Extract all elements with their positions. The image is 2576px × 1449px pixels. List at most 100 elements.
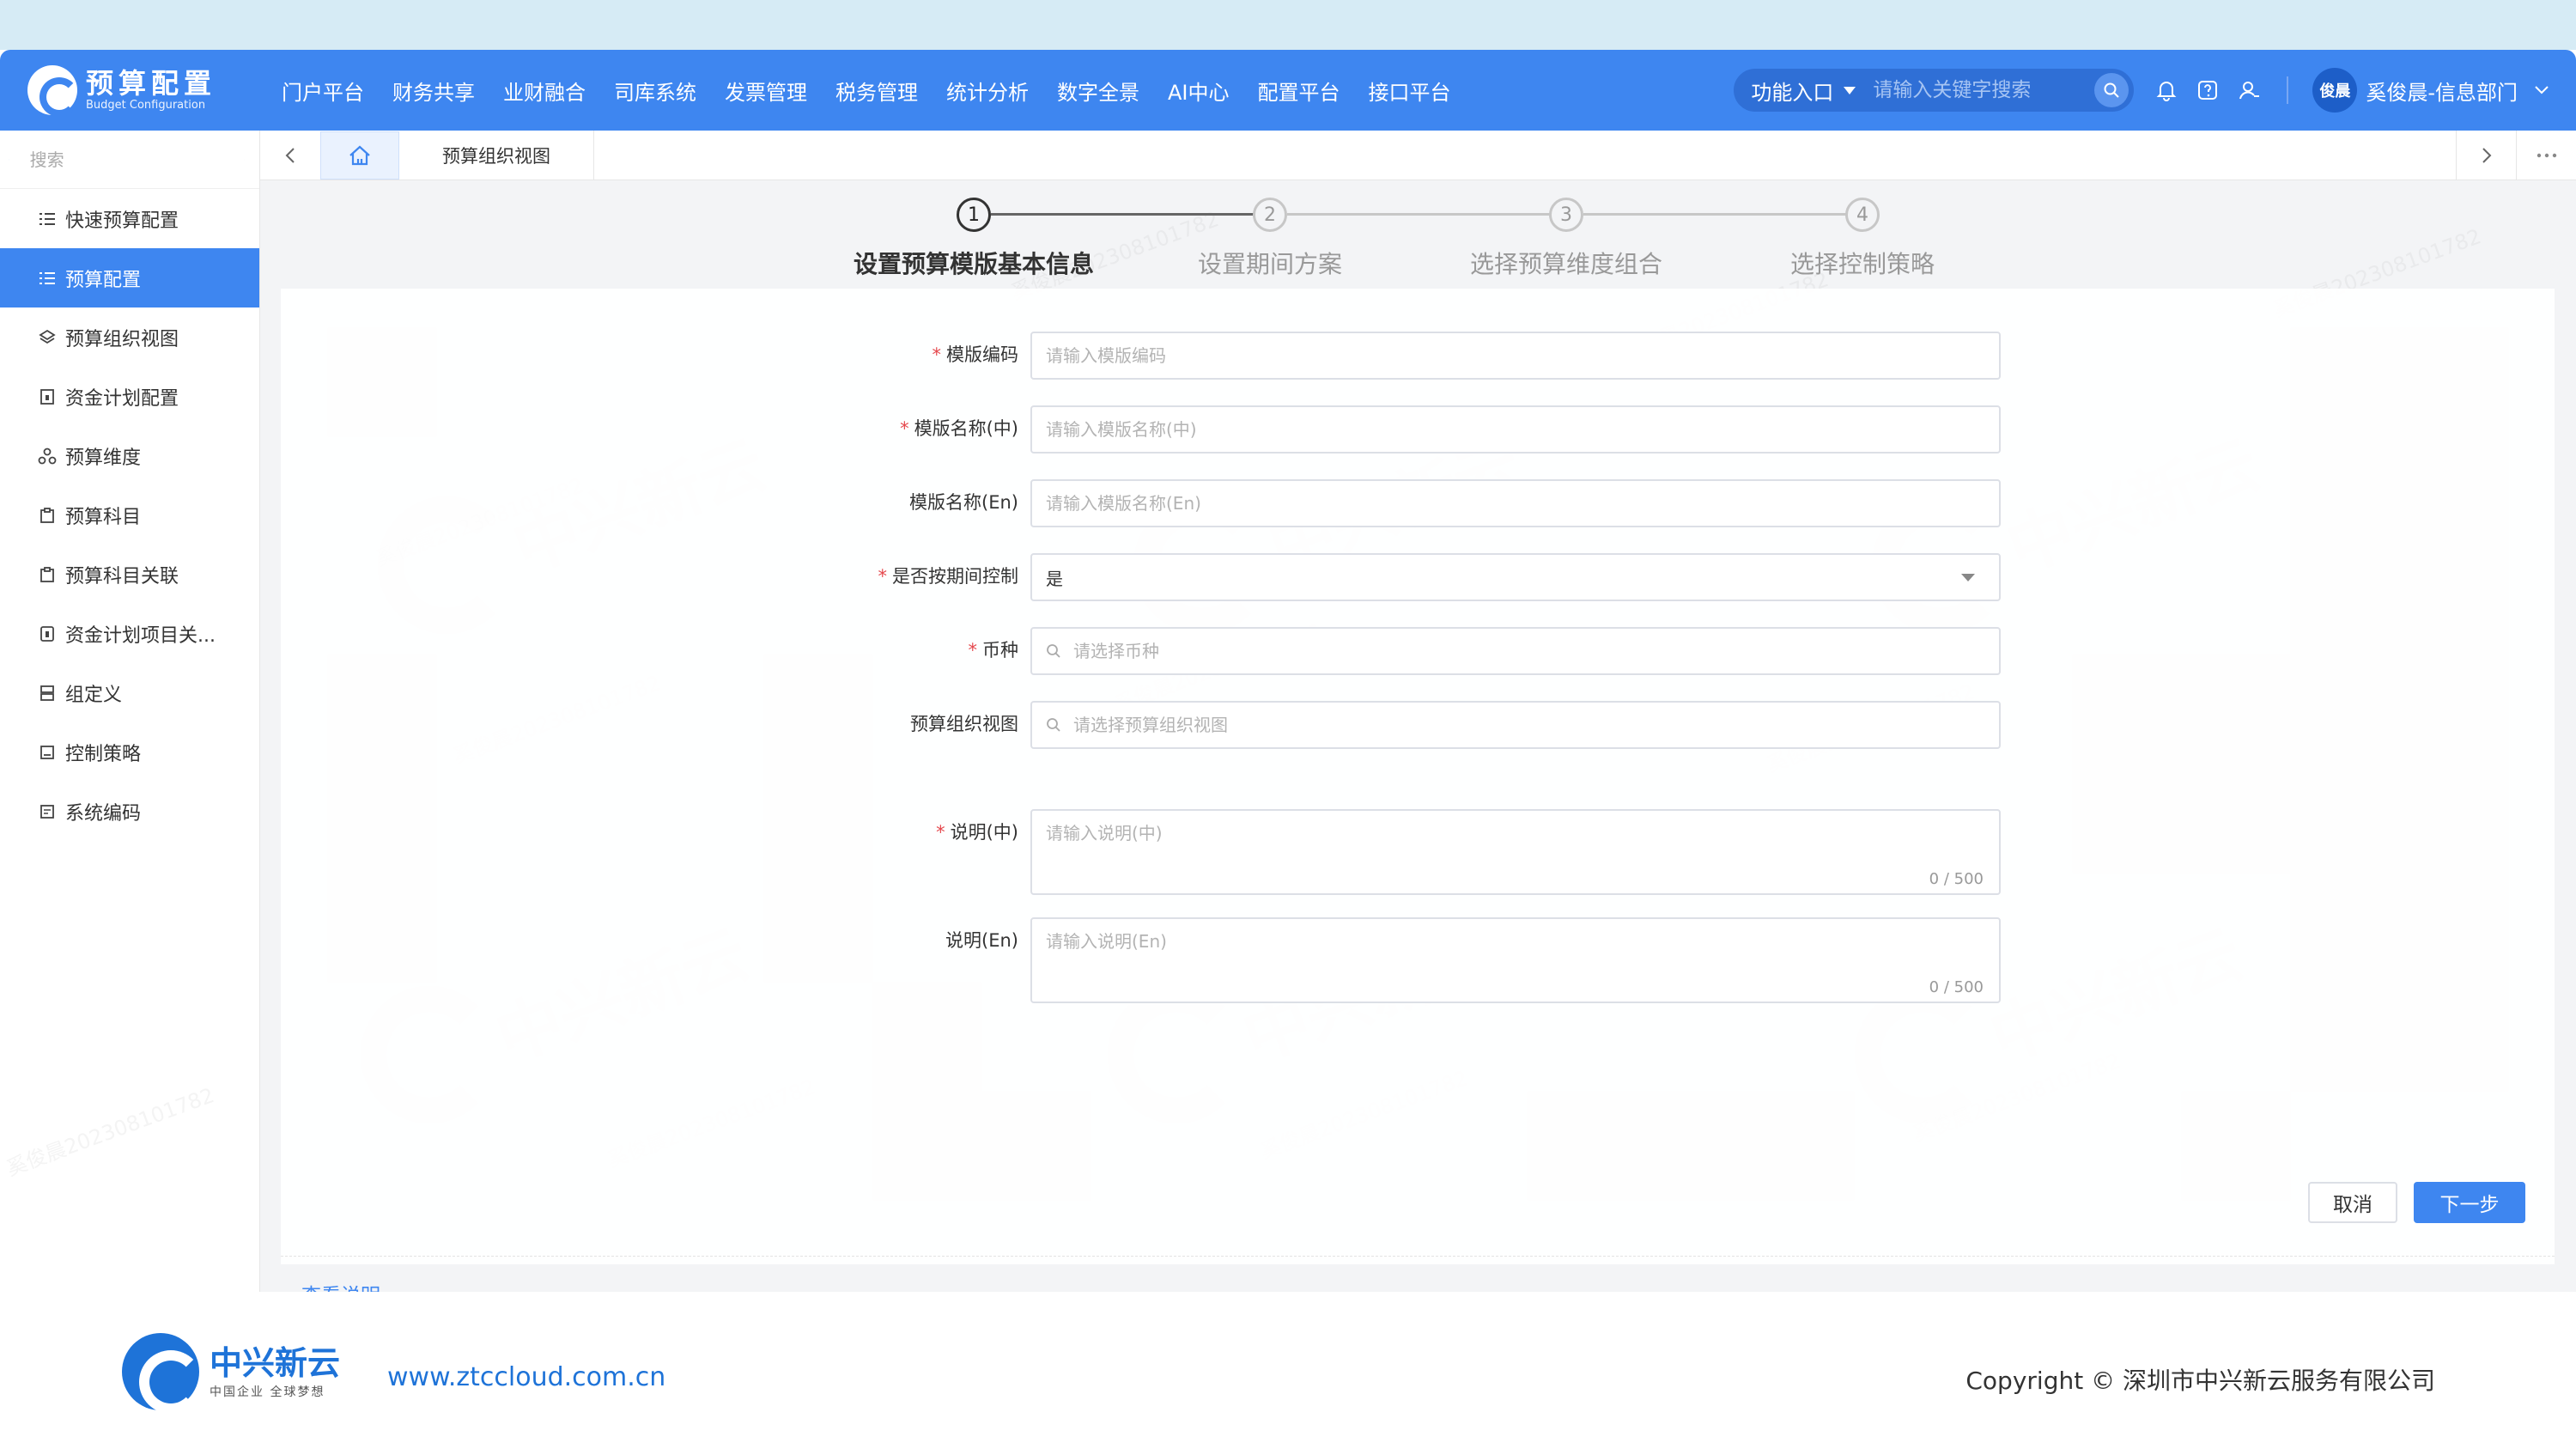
user-settings-button[interactable] <box>2228 70 2269 111</box>
nav-item-business-finance[interactable]: 业财融合 <box>503 76 586 106</box>
template-name-cn-input[interactable] <box>1046 419 1985 440</box>
clipboard-icon <box>38 506 57 525</box>
form-label: * 模版编码 <box>932 344 1019 365</box>
sidebar-item-fund-plan-config[interactable]: 资金计划配置 <box>0 367 259 426</box>
page-footer: 中兴新云 中国企业 全球梦想 www.ztccloud.com.cn Copyr… <box>0 1292 2576 1449</box>
sidebar-item-control-policy[interactable]: 控制策略 <box>0 722 259 782</box>
form-row-currency: * 币种 <box>281 627 2555 675</box>
notification-button[interactable] <box>2146 70 2187 111</box>
sidebar-item-budget-org-view[interactable]: 预算组织视图 <box>0 307 259 367</box>
sidebar-item-fund-plan-project[interactable]: 资金计划项目关... <box>0 604 259 663</box>
caret-down-icon <box>1844 86 1856 94</box>
sidebar-item-label: 资金计划配置 <box>65 387 179 410</box>
nav-item-ai[interactable]: AI中心 <box>1168 76 1230 106</box>
form-row-period-control: * 是否按期间控制 是 <box>281 553 2555 601</box>
char-counter: 0 / 500 <box>1929 978 1984 996</box>
app-title: 预算配置 <box>86 67 217 100</box>
sidebar: 快速预算配置 预算配置 预算组织视图 资金计划配置 预算维度 预算科目 <box>0 131 260 1292</box>
sidebar-item-budget-subject[interactable]: 预算科目 <box>0 485 259 545</box>
required-mark: * <box>932 344 942 365</box>
view-help-link[interactable]: 查看说明 <box>301 1279 380 1292</box>
footer-website-link[interactable]: www.ztccloud.com.cn <box>387 1362 665 1392</box>
help-icon <box>2198 81 2218 100</box>
nav-item-finance-share[interactable]: 财务共享 <box>392 76 475 106</box>
sidebar-item-label: 预算科目关联 <box>65 565 179 588</box>
function-entry-dropdown[interactable]: 功能入口 <box>1734 76 1873 106</box>
sidebar-item-label: 资金计划项目关... <box>65 624 216 647</box>
step-title: 选择控制策略 <box>1789 250 1935 278</box>
doc-icon <box>38 387 57 406</box>
sidebar-item-quick-budget-config[interactable]: 快速预算配置 <box>0 189 259 248</box>
brand-logo-icon <box>122 1333 203 1414</box>
sidebar-item-group-definition[interactable]: 组定义 <box>0 663 259 722</box>
sidebar-item-label: 预算维度 <box>65 447 142 469</box>
sidebar-item-budget-subject-link[interactable]: 预算科目关联 <box>0 545 259 604</box>
form-label: * 模版名称(中) <box>900 418 1018 439</box>
required-mark: * <box>900 418 909 439</box>
tab-budget-org-view[interactable]: 预算组织视图 <box>399 130 594 180</box>
currency-input[interactable] <box>1073 641 1985 661</box>
form-label: 说明(En) <box>945 930 1018 951</box>
period-control-select[interactable]: 是 <box>1030 553 2001 601</box>
form-row-desc-cn: *说明(中) 0 / 500 <box>281 809 2555 895</box>
footer-brand-slogan: 中国企业 全球梦想 <box>210 1385 325 1399</box>
template-code-input[interactable] <box>1046 345 1985 366</box>
tab-more-button[interactable] <box>2516 131 2576 180</box>
sidebar-search-input[interactable] <box>29 149 244 170</box>
sidebar-item-label: 预算组织视图 <box>65 328 179 350</box>
nav-item-analytics[interactable]: 统计分析 <box>946 76 1029 106</box>
cancel-button[interactable]: 取消 <box>2308 1182 2397 1223</box>
description-en-textarea[interactable] <box>1032 919 1999 1002</box>
more-icon <box>2537 153 2556 158</box>
doc-icon <box>38 624 57 643</box>
tab-home[interactable] <box>320 131 399 180</box>
sidebar-item-budget-config[interactable]: 预算配置 <box>0 248 259 307</box>
user-icon <box>2239 82 2260 100</box>
required-mark: * <box>936 822 945 843</box>
form-label: * 币种 <box>968 640 1019 661</box>
step-connector <box>1583 213 1862 216</box>
global-search-input[interactable] <box>1873 79 2095 101</box>
nav-item-portal[interactable]: 门户平台 <box>282 76 364 106</box>
search-button[interactable] <box>2094 73 2129 107</box>
sidebar-item-label: 快速预算配置 <box>65 210 179 232</box>
nav-item-tax[interactable]: 税务管理 <box>835 76 918 106</box>
step-number: 1 <box>957 198 991 232</box>
nav-item-interface[interactable]: 接口平台 <box>1369 76 1451 106</box>
logo-mark-icon <box>27 65 79 117</box>
tab-scroll-right[interactable] <box>2456 131 2516 180</box>
nav-item-invoice[interactable]: 发票管理 <box>725 76 807 106</box>
template-name-en-input[interactable] <box>1046 493 1985 514</box>
app-logo[interactable]: 预算配置 Budget Configuration <box>27 65 276 117</box>
nav-item-digital[interactable]: 数字全景 <box>1057 76 1139 106</box>
description-cn-textarea[interactable] <box>1032 811 1999 893</box>
sidebar-item-label: 预算配置 <box>65 269 142 291</box>
user-menu[interactable]: 俊晨 奚俊晨-信息部门 <box>2312 68 2550 113</box>
help-button[interactable] <box>2187 70 2228 111</box>
org-view-input[interactable] <box>1073 715 1985 735</box>
sidebar-item-label: 系统编码 <box>65 802 142 825</box>
step-title: 设置期间方案 <box>1197 250 1342 278</box>
form-label: * 说明(中) <box>936 822 1018 843</box>
main-nav: 门户平台 财务共享 业财融合 司库系统 发票管理 税务管理 统计分析 数字全景 … <box>282 76 1479 106</box>
step-connector <box>991 213 1270 216</box>
app-subtitle: Budget Configuration <box>86 99 206 112</box>
form-row-name-cn: * 模版名称(中) <box>281 405 2555 454</box>
step-title: 选择预算维度组合 <box>1469 250 1662 278</box>
sidebar-item-label: 预算科目 <box>65 506 142 528</box>
form-label: * 是否按期间控制 <box>878 566 1019 587</box>
tab-scroll-left[interactable] <box>260 131 320 180</box>
next-step-button[interactable]: 下一步 <box>2414 1182 2525 1223</box>
search-icon <box>1046 643 1061 659</box>
group-icon <box>38 684 57 703</box>
code-icon <box>38 802 57 821</box>
step-number: 4 <box>1845 198 1880 232</box>
nav-item-treasury[interactable]: 司库系统 <box>614 76 696 106</box>
sidebar-item-budget-dimension[interactable]: 预算维度 <box>0 426 259 485</box>
sidebar-item-system-code[interactable]: 系统编码 <box>0 782 259 841</box>
required-mark: * <box>878 566 888 587</box>
list-icon <box>38 269 57 288</box>
nav-item-config[interactable]: 配置平台 <box>1258 76 1340 106</box>
form-row-name-en: 模版名称(En) <box>281 479 2555 527</box>
footer-copyright: Copyright © 深圳市中兴新云服务有限公司 <box>1965 1367 2435 1395</box>
